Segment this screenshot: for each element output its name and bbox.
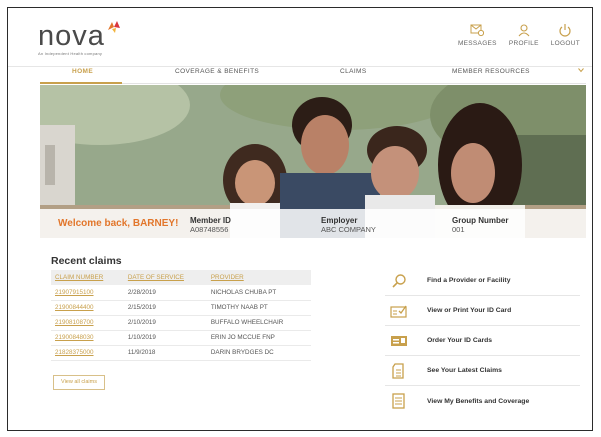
nav-more-button[interactable] — [578, 67, 584, 75]
provider-name: DARIN BRYDGES DC — [206, 345, 311, 361]
welcome-message: Welcome back, BARNEY! — [58, 218, 179, 229]
provider-name: TIMOTHY NAAB PT — [206, 300, 311, 316]
table-row: 21900844400 2/15/2019 TIMOTHY NAAB PT — [51, 300, 311, 316]
logout-button[interactable]: LOGOUT — [551, 23, 580, 47]
table-row: 21908108700 2/10/2019 BUFFALO WHEELCHAIR — [51, 315, 311, 331]
view-all-claims-button[interactable]: View all claims — [53, 375, 105, 390]
id-card-icon — [389, 331, 409, 351]
logo-tagline: An Independent Health company — [38, 51, 103, 56]
logout-label: LOGOUT — [550, 40, 580, 47]
claim-number-link[interactable]: 21907915100 — [51, 285, 124, 301]
group-number-value: 001 — [452, 225, 465, 234]
profile-icon — [518, 24, 530, 37]
list-document-icon — [389, 391, 409, 411]
date-of-service: 2/28/2019 — [123, 285, 207, 301]
profile-label: PROFILE — [508, 40, 539, 47]
claim-number-link[interactable]: 21900848030 — [51, 330, 124, 346]
date-of-service: 11/9/2018 — [123, 345, 207, 361]
logo-wordmark: nova — [38, 20, 105, 52]
logo-mark-icon — [108, 21, 120, 33]
claim-number-link[interactable]: 21900844400 — [51, 300, 124, 316]
provider-name: NICHOLAS CHUBA PT — [206, 285, 311, 301]
provider-name: BUFFALO WHEELCHAIR — [206, 315, 311, 331]
search-icon — [389, 271, 409, 291]
member-id-label: Member ID — [190, 216, 231, 225]
nav-active-indicator — [40, 82, 122, 84]
provider-name: ERIN JO MCCUE FNP — [206, 330, 311, 346]
group-number-label: Group Number — [452, 216, 509, 225]
claims-header-row: CLAIM NUMBER DATE OF SERVICE PROVIDER — [51, 270, 311, 285]
quick-link-latest-claims[interactable]: See Your Latest Claims — [385, 356, 580, 386]
messages-icon — [470, 24, 485, 37]
messages-label: MESSAGES — [457, 40, 497, 47]
messages-button[interactable]: MESSAGES — [458, 23, 497, 47]
quick-link-view-print-id[interactable]: View or Print Your ID Card — [385, 296, 580, 326]
member-id-block: Member ID A08748556 — [190, 216, 231, 234]
date-of-service: 2/15/2019 — [123, 300, 207, 316]
nav-coverage-benefits[interactable]: COVERAGE & BENEFITS — [175, 68, 259, 75]
nav-home[interactable]: HOME — [72, 68, 93, 75]
quick-link-label: See Your Latest Claims — [427, 367, 502, 374]
quick-link-benefits-coverage[interactable]: View My Benefits and Coverage — [385, 386, 580, 416]
claim-number-link[interactable]: 21908108700 — [51, 315, 124, 331]
col-provider[interactable]: PROVIDER — [206, 270, 311, 285]
profile-button[interactable]: PROFILE — [509, 23, 539, 47]
quick-link-label: Order Your ID Cards — [427, 337, 493, 344]
recent-claims-title: Recent claims — [51, 255, 122, 267]
group-number-block: Group Number 001 — [452, 216, 508, 234]
employer-label: Employer — [321, 216, 358, 225]
col-date-of-service[interactable]: DATE OF SERVICE — [123, 270, 207, 285]
quick-link-label: View or Print Your ID Card — [427, 307, 512, 314]
employer-block: Employer ABC COMPANY — [321, 216, 376, 234]
nova-logo[interactable]: nova An Independent Health company — [38, 20, 120, 56]
col-claim-number[interactable]: CLAIM NUMBER — [51, 270, 124, 285]
date-of-service: 1/10/2019 — [123, 330, 207, 346]
quick-link-label: Find a Provider or Facility — [427, 277, 511, 284]
quick-link-label: View My Benefits and Coverage — [427, 397, 530, 405]
chevron-down-icon — [578, 68, 584, 73]
quick-link-order-id[interactable]: Order Your ID Cards — [385, 326, 580, 356]
claims-table: CLAIM NUMBER DATE OF SERVICE PROVIDER 21… — [51, 270, 311, 361]
power-icon — [559, 24, 571, 37]
table-row: 21900848030 1/10/2019 ERIN JO MCCUE FNP — [51, 330, 311, 346]
nav-member-resources[interactable]: MEMBER RESOURCES — [452, 68, 530, 75]
employer-value: ABC COMPANY — [321, 225, 376, 234]
id-card-check-icon — [389, 301, 409, 321]
date-of-service: 2/10/2019 — [123, 315, 207, 331]
quick-link-find-provider[interactable]: Find a Provider or Facility — [385, 266, 580, 296]
document-icon — [389, 361, 409, 381]
table-row: 21907915100 2/28/2019 NICHOLAS CHUBA PT — [51, 285, 311, 301]
table-row: 21828375000 11/9/2018 DARIN BRYDGES DC — [51, 345, 311, 361]
claim-number-link[interactable]: 21828375000 — [51, 345, 124, 361]
nav-claims[interactable]: CLAIMS — [340, 68, 367, 75]
main-nav: HOME COVERAGE & BENEFITS CLAIMS MEMBER R… — [40, 65, 586, 81]
member-id-value: A08748556 — [190, 225, 229, 234]
header-actions: MESSAGES PROFILE LOGOUT — [458, 23, 580, 47]
